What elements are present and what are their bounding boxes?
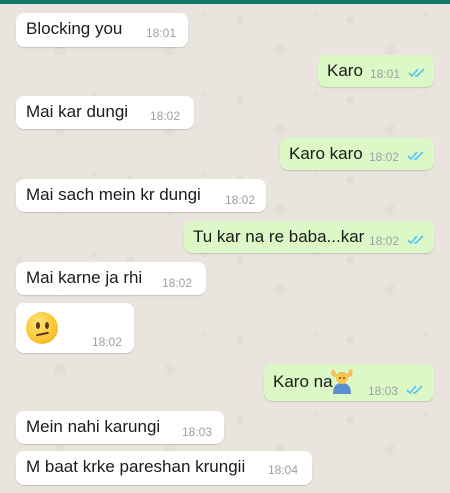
message-time: 18:01 [146, 26, 177, 40]
message-bubble-outgoing[interactable]: Karo 18:01 [318, 55, 434, 87]
message-time: 18:03 [182, 425, 213, 439]
message-bubble-outgoing[interactable]: Karo karo 18:02 [280, 138, 434, 170]
message-bubble-incoming[interactable]: Blocking you 18:01 [16, 13, 188, 47]
message-text: Karo [327, 61, 363, 80]
message-bubble-incoming[interactable]: Mai kar dungi 18:02 [16, 96, 194, 129]
message-text: Karo na [273, 372, 333, 391]
message-bubble-incoming[interactable]: M baat krke pareshan krungii 18:04 [16, 451, 312, 485]
message-text: Mai karne ja rhi [26, 268, 143, 287]
double-check-read-icon [407, 235, 424, 245]
message-bubble-incoming[interactable]: Mai karne ja rhi 18:02 [16, 262, 206, 295]
message-time: 18:04 [268, 463, 299, 477]
message-time: 18:02 [369, 150, 400, 164]
message-bubble-incoming[interactable]: Mai sach mein kr dungi 18:02 [16, 179, 266, 212]
message-time: 18:02 [92, 335, 123, 349]
message-text: Mein nahi karungi [26, 417, 161, 436]
message-bubble-outgoing[interactable]: Karo na 18:03 [264, 364, 434, 401]
double-check-read-icon [408, 68, 425, 78]
message-text: Blocking you [26, 19, 123, 38]
message-text: Tu kar na re baba...kar [193, 227, 365, 246]
person-gesturing-emoji [331, 369, 353, 394]
message-time: 18:02 [162, 276, 193, 290]
message-time: 18:02 [369, 234, 400, 248]
message-text: Karo karo [289, 144, 363, 163]
message-time: 18:03 [368, 384, 399, 398]
message-text: Mai kar dungi [26, 102, 129, 121]
message-time: 18:02 [150, 109, 181, 123]
message-time: 18:01 [370, 67, 401, 81]
double-check-read-icon [406, 385, 423, 395]
confused-face-emoji [26, 312, 58, 344]
message-bubble-outgoing[interactable]: Tu kar na re baba...kar 18:02 [184, 221, 434, 253]
message-text: Mai sach mein kr dungi [26, 185, 201, 204]
top-bar [0, 0, 450, 4]
message-bubble-incoming[interactable]: Mein nahi karungi 18:03 [16, 411, 224, 444]
message-bubble-incoming-emoji[interactable]: 18:02 [16, 303, 134, 353]
message-time: 18:02 [225, 193, 256, 207]
double-check-read-icon [407, 151, 424, 161]
message-text: M baat krke pareshan krungii [26, 457, 246, 476]
